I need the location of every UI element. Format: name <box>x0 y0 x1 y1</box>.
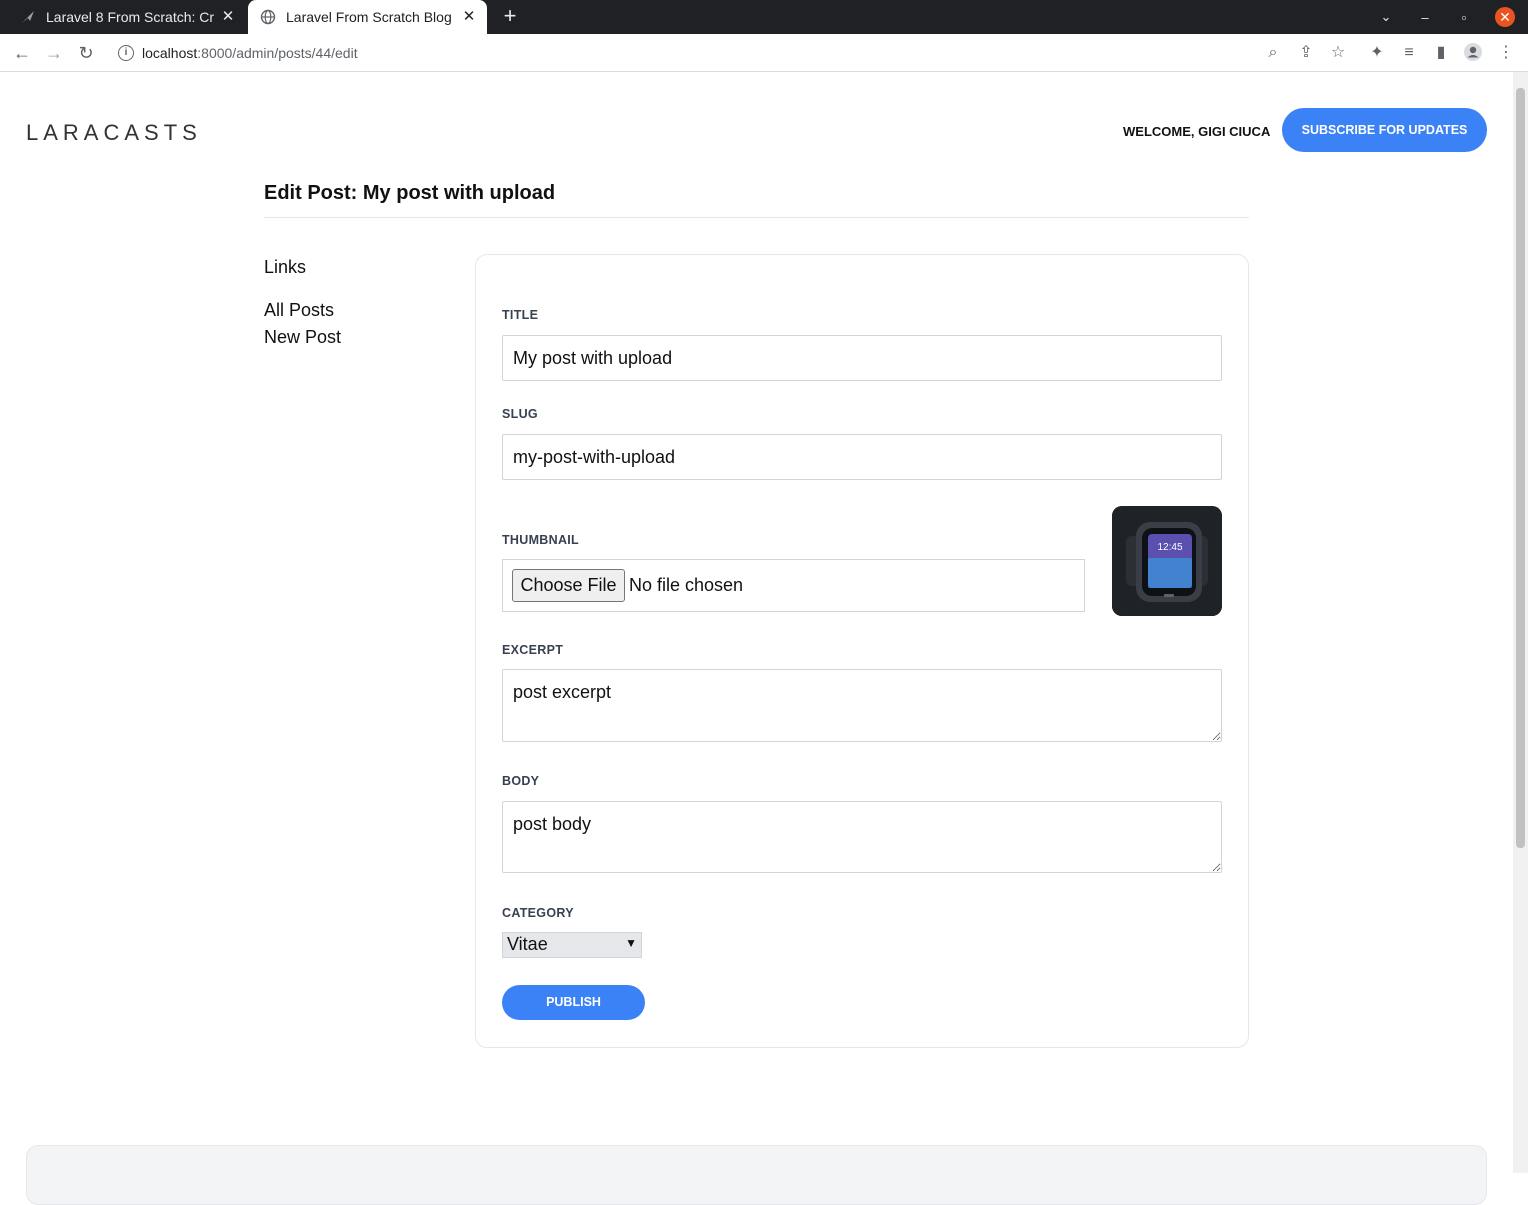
category-select[interactable]: Vitae ▼ <box>502 932 642 958</box>
laracasts-logo[interactable]: LARACASTS <box>26 120 210 151</box>
close-tab-icon[interactable]: ✕ <box>461 9 477 25</box>
browser-menu-icon[interactable]: ⋮ <box>1495 42 1517 64</box>
browser-tab-bar: Laravel 8 From Scratch: Cr ✕ Laravel Fro… <box>0 0 1528 34</box>
welcome-text: WELCOME, GIGI CIUCA <box>1123 124 1271 139</box>
sidebar-link-new-post[interactable]: New Post <box>264 327 341 348</box>
scrollbar-thumb[interactable] <box>1516 88 1525 848</box>
slug-input[interactable]: my-post-with-upload <box>502 434 1222 480</box>
choose-file-button[interactable]: Choose File <box>512 569 625 602</box>
profile-avatar-icon[interactable] <box>1462 42 1484 64</box>
watch-time-text: 12:45 <box>1157 542 1182 553</box>
body-label: BODY <box>502 774 540 788</box>
zoom-icon[interactable]: ⌕ <box>1262 42 1284 64</box>
slug-label: SLUG <box>502 407 538 421</box>
site-info-icon[interactable]: i <box>118 45 134 61</box>
bookmark-star-icon[interactable]: ☆ <box>1327 42 1349 64</box>
restore-icon[interactable]: ▫ <box>1448 0 1480 34</box>
address-bar[interactable]: i localhost:8000/admin/posts/44/edit <box>108 38 1298 68</box>
body-textarea[interactable]: post body <box>502 801 1222 873</box>
media-queue-icon[interactable]: ≡ <box>1398 42 1420 64</box>
side-panel-icon[interactable]: ▮ <box>1430 42 1452 64</box>
extensions-puzzle-icon[interactable]: ✦ <box>1366 42 1388 64</box>
title-input[interactable]: My post with upload <box>502 335 1222 381</box>
forward-arrow-icon[interactable]: → <box>43 42 65 64</box>
browser-tab-active[interactable]: Laravel From Scratch Blog ✕ <box>248 0 487 34</box>
logo-text: LARACASTS <box>26 120 202 144</box>
thumbnail-file-input[interactable]: Choose File No file chosen <box>502 559 1085 612</box>
file-status-text: No file chosen <box>629 575 744 595</box>
sidebar-heading: Links <box>264 257 307 277</box>
page: LARACASTS WELCOME, GIGI CIUCA SUBSCRIBE … <box>0 72 1513 1205</box>
category-selected-value: Vitae <box>507 934 548 954</box>
excerpt-label: EXCERPT <box>502 643 564 657</box>
window-close-icon[interactable]: ✕ <box>1495 7 1515 27</box>
sidebar-link-all-posts[interactable]: All Posts <box>264 300 334 321</box>
close-tab-icon[interactable]: ✕ <box>220 9 236 25</box>
thumbnail-preview-image: 12:45 <box>1112 506 1222 616</box>
laracasts-favicon-icon <box>20 9 36 25</box>
page-scrollbar[interactable] <box>1513 72 1528 1173</box>
page-title: Edit Post: My post with upload <box>264 182 556 204</box>
back-arrow-icon[interactable]: ← <box>11 42 33 64</box>
tab-search-chevron-icon[interactable]: ⌄ <box>1370 0 1402 34</box>
browser-toolbar: ← → ↻ i localhost:8000/admin/posts/44/ed… <box>0 34 1528 72</box>
globe-icon <box>260 9 276 25</box>
tab-title: Laravel From Scratch Blog <box>286 9 452 25</box>
chevron-down-icon: ▼ <box>625 936 637 950</box>
url-text: localhost:8000/admin/posts/44/edit <box>142 45 358 61</box>
title-label: TITLE <box>502 308 539 322</box>
subscribe-button[interactable]: SUBSCRIBE FOR UPDATES <box>1282 108 1487 152</box>
new-tab-icon[interactable]: + <box>498 5 522 29</box>
browser-tab[interactable]: Laravel 8 From Scratch: Cr ✕ <box>8 0 246 34</box>
footer <box>26 1145 1487 1205</box>
minimize-icon[interactable]: – <box>1409 0 1441 34</box>
thumbnail-label: THUMBNAIL <box>502 533 579 547</box>
share-icon[interactable]: ⇪ <box>1295 42 1317 64</box>
reload-icon[interactable]: ↻ <box>75 42 97 64</box>
tab-title: Laravel 8 From Scratch: Cr <box>46 9 214 25</box>
excerpt-textarea[interactable]: post excerpt <box>502 669 1222 742</box>
publish-button[interactable]: PUBLISH <box>502 985 645 1020</box>
divider <box>264 217 1249 218</box>
category-label: CATEGORY <box>502 906 574 920</box>
